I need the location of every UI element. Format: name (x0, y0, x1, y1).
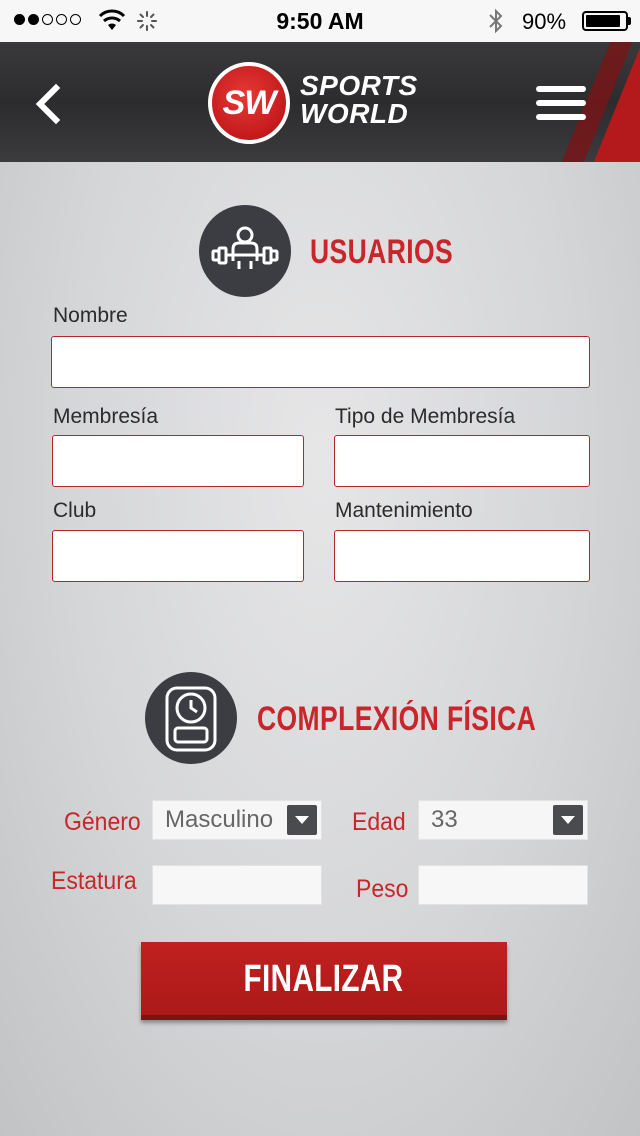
weightlifter-icon (199, 205, 291, 297)
estatura-label: Estatura (51, 867, 137, 895)
club-input[interactable] (52, 530, 304, 582)
hamburger-menu-icon (536, 86, 586, 120)
estatura-input[interactable] (152, 865, 322, 905)
mantenimiento-input[interactable] (334, 530, 590, 582)
peso-label: Peso (356, 875, 409, 903)
edad-selected-value: 33 (431, 806, 458, 833)
back-button[interactable] (30, 82, 70, 126)
genero-select[interactable]: Masculino (152, 800, 322, 840)
battery-percent: 90% (522, 9, 567, 34)
genero-label: Género (64, 808, 141, 836)
chevron-down-icon (287, 805, 317, 835)
mantenimiento-label: Mantenimiento (335, 499, 473, 522)
menu-button[interactable] (536, 86, 586, 122)
battery-icon (582, 11, 628, 31)
bluetooth-icon (489, 8, 503, 34)
peso-input[interactable] (418, 865, 588, 905)
finalizar-label: FINALIZAR (244, 958, 404, 1000)
nombre-label: Nombre (53, 304, 128, 327)
edad-select[interactable]: 33 (418, 800, 588, 840)
tipo-membresia-input[interactable] (334, 435, 590, 487)
membresia-input[interactable] (52, 435, 304, 487)
sports-world-logo: SW SPORTS WORLD (208, 60, 438, 146)
chevron-left-icon (35, 83, 61, 125)
genero-selected-value: Masculino (165, 806, 274, 833)
edad-label: Edad (352, 808, 406, 836)
nombre-input[interactable] (51, 336, 590, 388)
complexion-fisica-title: COMPLEXIÓN FÍSICA (257, 700, 537, 738)
usuarios-title: USUARIOS (310, 233, 454, 271)
membresia-label: Membresía (53, 405, 159, 428)
scale-icon (145, 672, 237, 764)
chevron-down-icon (553, 805, 583, 835)
finalizar-button[interactable]: FINALIZAR (141, 942, 507, 1020)
tipo-membresia-label: Tipo de Membresía (335, 405, 516, 428)
club-label: Club (53, 499, 97, 522)
app-header: SW SPORTS WORLD (0, 42, 640, 162)
status-bar: 9:50 AM 90% (0, 0, 640, 42)
